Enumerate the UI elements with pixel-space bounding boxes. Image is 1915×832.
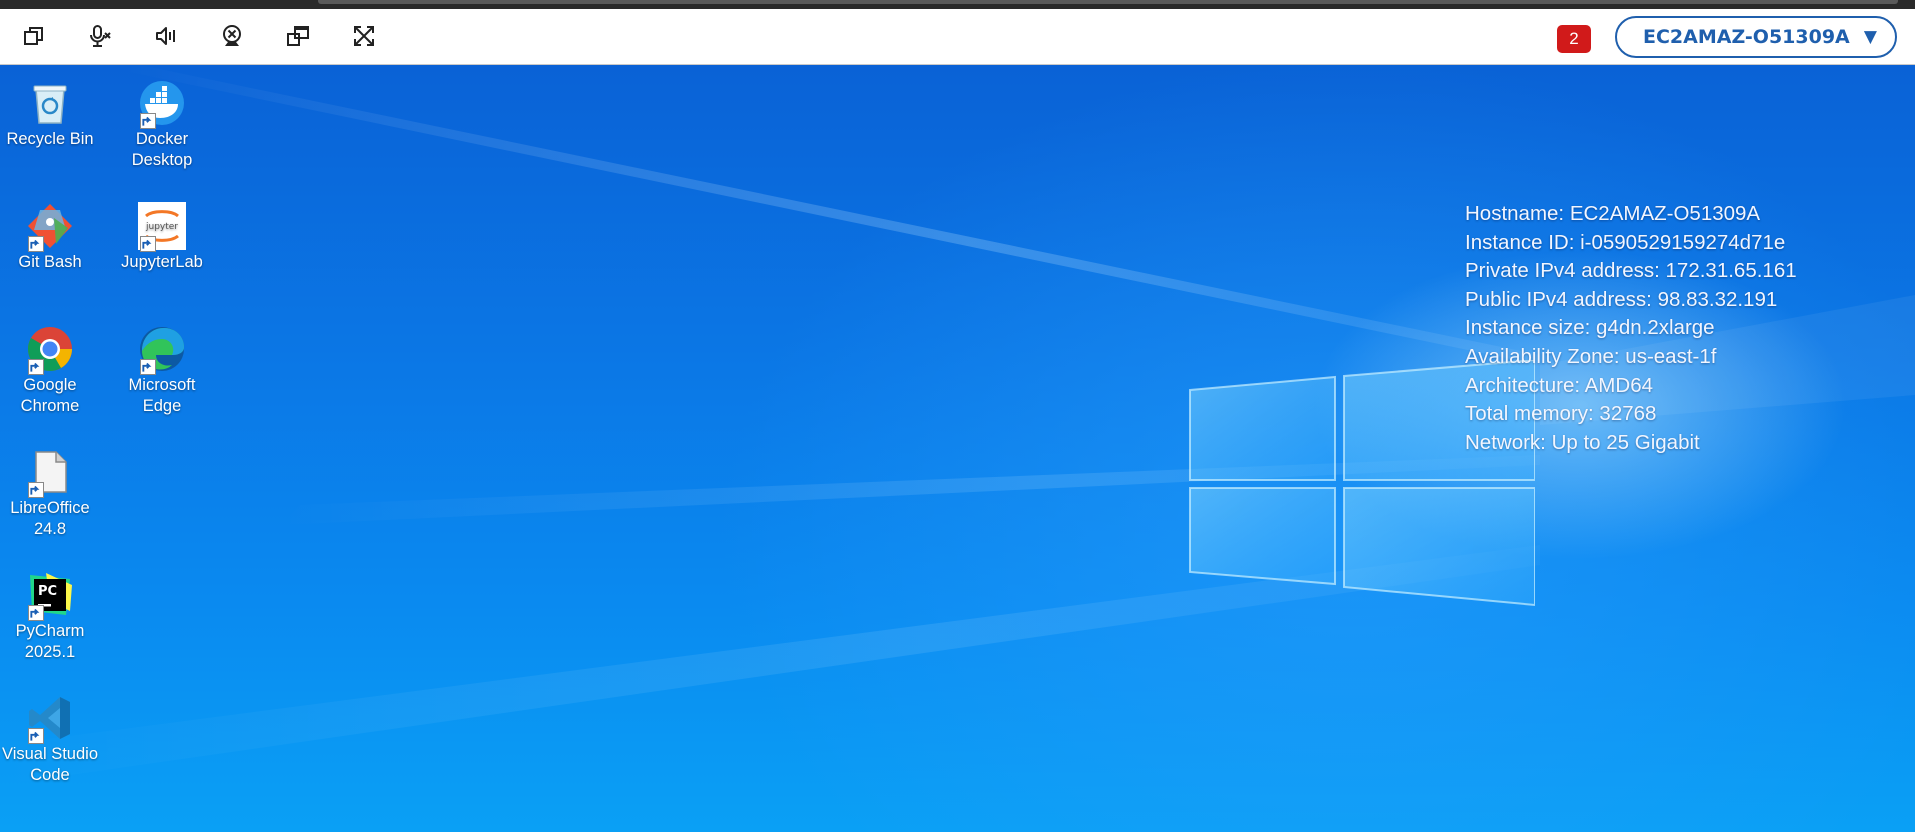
shortcut-arrow-icon — [28, 728, 44, 744]
shortcut-arrow-icon — [140, 236, 156, 252]
sysinfo-public-ip: Public IPv4 address: 98.83.32.191 — [1465, 287, 1778, 311]
speaker-toggle-button[interactable] — [151, 21, 181, 51]
desktop-icon-label: Docker Desktop — [131, 130, 193, 169]
desktop-icon-libreoffice[interactable]: LibreOffice 24.8 — [0, 448, 105, 540]
desktop-icon-label: JupyterLab — [121, 253, 203, 271]
desktop-icon-label: Google Chrome — [20, 376, 80, 415]
microphone-toggle-button[interactable] — [85, 21, 115, 51]
desktop-icon-label: LibreOffice 24.8 — [10, 499, 90, 538]
sysinfo-instance-id: Instance ID: i-0590529159274d71e — [1465, 230, 1786, 254]
sysinfo-availability-zone: Availability Zone: us-east-1f — [1465, 344, 1717, 368]
notification-badge[interactable]: 2 — [1557, 25, 1591, 53]
sysinfo-private-ip: Private IPv4 address: 172.31.65.161 — [1465, 259, 1797, 283]
shortcut-arrow-icon — [28, 605, 44, 621]
shortcut-arrow-icon — [28, 482, 44, 498]
host-selector-value: EC2AMAZ-O51309A — [1643, 26, 1850, 48]
speaker-icon — [156, 27, 175, 45]
remote-desktop-window: 2 EC2AMAZ-O51309A ▼ Recycle Bin Git Bash… — [0, 0, 1915, 832]
drag-handle[interactable] — [318, 0, 1898, 4]
desktop-icon-google-chrome[interactable]: Google Chrome — [0, 325, 105, 417]
webcam-icon — [223, 25, 241, 46]
desktop-icon-microsoft-edge[interactable]: Microsoft Edge — [107, 325, 217, 417]
sysinfo-total-memory: Total memory: 32768 — [1465, 402, 1657, 426]
system-info-overlay: Hostname: EC2AMAZ-O51309A Instance ID: i… — [1465, 200, 1797, 457]
chevron-down-icon: ▼ — [1863, 27, 1877, 47]
desktop-icon-label: Visual Studio Code — [1, 745, 98, 784]
desktop-icon-git-bash[interactable]: Git Bash — [0, 202, 105, 273]
sysinfo-architecture: Architecture: AMD64 — [1465, 373, 1653, 397]
desktop-icon-label: PyCharm 2025.1 — [15, 622, 85, 661]
desktop-icon-label: Microsoft Edge — [128, 376, 196, 415]
window-switch-icon — [287, 26, 309, 46]
microphone-muted-icon — [90, 25, 111, 47]
recycle-bin-icon — [33, 85, 67, 124]
desktop-icon-vscode[interactable]: Visual Studio Code — [0, 694, 105, 786]
host-selector-dropdown[interactable]: EC2AMAZ-O51309A ▼ — [1615, 16, 1897, 58]
sysinfo-instance-size: Instance size: g4dn.2xlarge — [1465, 316, 1715, 340]
sysinfo-hostname: Hostname: EC2AMAZ-O51309A — [1465, 202, 1761, 225]
window-switch-button[interactable] — [283, 21, 313, 51]
desktop-icon-docker-desktop[interactable]: Docker Desktop — [107, 79, 217, 171]
shortcut-arrow-icon — [140, 359, 156, 375]
desktop-background[interactable]: Recycle Bin Git Bash Google Chrome Libre… — [0, 65, 1915, 832]
fullscreen-button[interactable] — [349, 21, 379, 51]
shortcut-arrow-icon — [140, 113, 156, 129]
desktop-icon-pycharm[interactable]: PC PyCharm 2025.1 — [0, 571, 105, 663]
shortcut-arrow-icon — [28, 359, 44, 375]
desktop-icon-recycle-bin[interactable]: Recycle Bin — [0, 79, 105, 150]
sysinfo-network: Network: Up to 25 Gigabit — [1465, 430, 1700, 454]
desktop-icon-label: Recycle Bin — [6, 130, 94, 148]
multi-monitor-icon — [24, 27, 43, 45]
fullscreen-icon — [354, 26, 374, 46]
desktop-icon-jupyterlab[interactable]: jupyter JupyterLab — [107, 202, 217, 273]
multi-monitor-button[interactable] — [19, 21, 49, 51]
desktop-icon-label: Git Bash — [18, 253, 82, 271]
window-top-strip — [0, 0, 1915, 9]
shortcut-arrow-icon — [28, 236, 44, 252]
session-toolbar: 2 EC2AMAZ-O51309A ▼ — [0, 9, 1915, 65]
webcam-toggle-button[interactable] — [217, 21, 247, 51]
